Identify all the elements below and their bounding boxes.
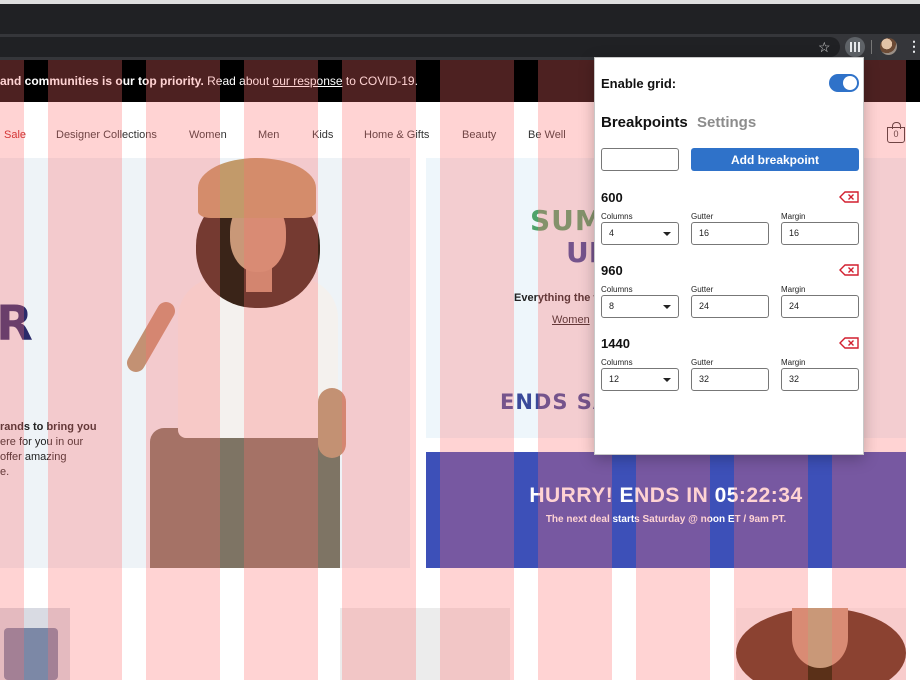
margin-input[interactable]: 16 (781, 222, 859, 245)
columns-label: Columns (601, 212, 633, 221)
columns-label: Columns (601, 285, 633, 294)
grid-extension-icon[interactable] (845, 37, 865, 57)
columns-select[interactable]: 4 (601, 222, 679, 245)
enable-grid-toggle[interactable] (829, 74, 859, 92)
gutter-label: Gutter (691, 285, 714, 294)
grid-column (440, 60, 514, 680)
gutter-label: Gutter (691, 358, 714, 367)
margin-label: Margin (781, 358, 806, 367)
columns-select[interactable]: 12 (601, 368, 679, 391)
grid-extension-popup: Enable grid: Breakpoints Settings Add br… (594, 57, 864, 455)
gutter-input[interactable]: 16 (691, 222, 769, 245)
delete-breakpoint-icon[interactable] (839, 337, 859, 349)
add-breakpoint-button[interactable]: Add breakpoint (691, 148, 859, 171)
margin-input[interactable]: 24 (781, 295, 859, 318)
tab-strip (0, 0, 920, 34)
grid-column (342, 60, 416, 680)
breakpoint-960: 960 Columns Gutter Margin 8 24 24 (601, 263, 859, 327)
more-menu-icon[interactable]: ⋮ (907, 37, 920, 55)
margin-input[interactable]: 32 (781, 368, 859, 391)
gutter-input[interactable]: 32 (691, 368, 769, 391)
address-bar[interactable] (0, 37, 840, 57)
gutter-input[interactable]: 24 (691, 295, 769, 318)
new-breakpoint-input[interactable] (601, 148, 679, 171)
margin-label: Margin (781, 285, 806, 294)
breakpoint-width: 1440 (601, 336, 630, 351)
gutter-label: Gutter (691, 212, 714, 221)
tab-breakpoints[interactable]: Breakpoints (601, 114, 688, 131)
grid-column (0, 60, 24, 680)
breakpoint-width: 960 (601, 263, 623, 278)
columns-label: Columns (601, 358, 633, 367)
columns-select[interactable]: 8 (601, 295, 679, 318)
margin-label: Margin (781, 212, 806, 221)
delete-breakpoint-icon[interactable] (839, 264, 859, 276)
toggle-knob (843, 76, 857, 90)
profile-avatar[interactable] (880, 38, 897, 55)
breakpoint-width: 600 (601, 190, 623, 205)
breakpoint-1440: 1440 Columns Gutter Margin 12 32 32 (601, 336, 859, 400)
grid-column (48, 60, 122, 680)
delete-breakpoint-icon[interactable] (839, 191, 859, 203)
star-icon[interactable]: ☆ (818, 38, 831, 56)
tab-settings[interactable]: Settings (697, 114, 756, 131)
breakpoint-600: 600 Columns Gutter Margin 4 16 16 (601, 190, 859, 254)
grid-column (244, 60, 318, 680)
toolbar-divider (871, 40, 872, 54)
grid-column (146, 60, 220, 680)
enable-grid-label: Enable grid: (601, 76, 677, 91)
